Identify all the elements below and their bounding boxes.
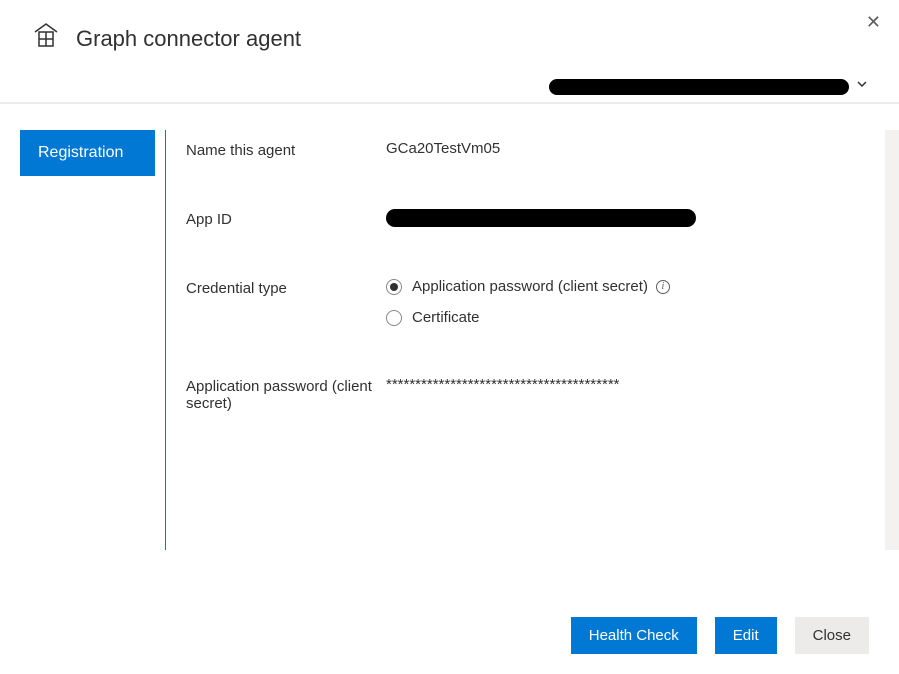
appid-label: App ID [186, 209, 386, 228]
dialog-title: Graph connector agent [76, 26, 301, 52]
footer-buttons: Health Check Edit Close [571, 617, 869, 654]
dialog-header: Graph connector agent [0, 0, 899, 67]
radio-certificate-label: Certificate [412, 309, 480, 326]
main-area: Registration Name this agent GCa20TestVm… [0, 104, 899, 550]
name-label: Name this agent [186, 140, 386, 159]
info-icon[interactable]: i [656, 280, 670, 294]
password-label: Application password (client secret) [186, 376, 386, 412]
credential-label: Credential type [186, 278, 386, 297]
health-check-button[interactable]: Health Check [571, 617, 697, 654]
radio-password-label: Application password (client secret) [412, 278, 648, 295]
side-nav: Registration [0, 130, 165, 550]
row-password: Application password (client secret) ***… [186, 376, 879, 412]
name-value: GCa20TestVm05 [386, 140, 500, 157]
appid-value-redacted [386, 209, 696, 227]
scrollbar[interactable] [885, 130, 899, 550]
radio-selected-icon [386, 279, 402, 295]
row-name: Name this agent GCa20TestVm05 [186, 140, 879, 159]
close-icon[interactable]: ✕ [866, 12, 881, 33]
account-bar[interactable] [0, 67, 899, 104]
password-value: **************************************** [386, 376, 620, 393]
radio-unselected-icon [386, 310, 402, 326]
agent-icon [30, 20, 62, 57]
edit-button[interactable]: Edit [715, 617, 777, 654]
radio-certificate[interactable]: Certificate [386, 309, 670, 326]
row-credential-type: Credential type Application password (cl… [186, 278, 879, 326]
radio-application-password[interactable]: Application password (client secret) i [386, 278, 670, 295]
close-button[interactable]: Close [795, 617, 869, 654]
tab-registration[interactable]: Registration [20, 130, 155, 176]
credential-radio-group: Application password (client secret) i C… [386, 278, 670, 326]
chevron-down-icon [855, 77, 869, 96]
row-appid: App ID [186, 209, 879, 228]
content-panel: Name this agent GCa20TestVm05 App ID Cre… [165, 130, 899, 550]
account-name-redacted [549, 79, 849, 95]
